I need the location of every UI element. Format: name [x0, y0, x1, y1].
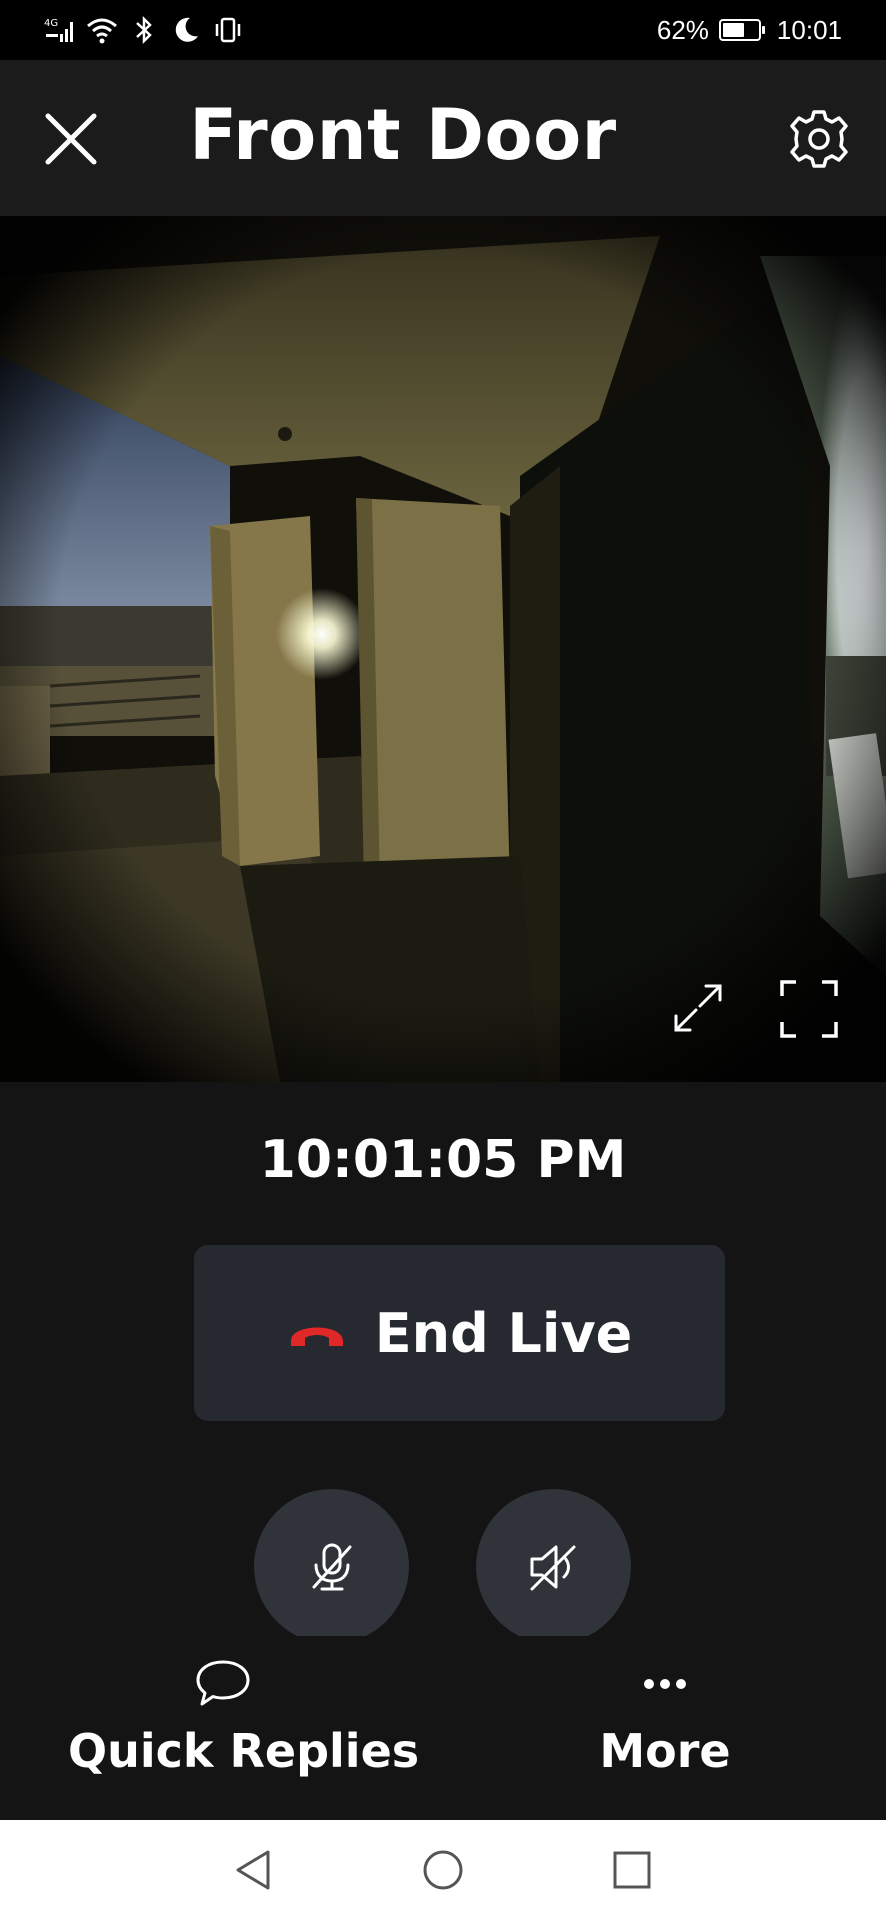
mute-microphone-button[interactable] [254, 1489, 409, 1644]
status-bar: 4G 62% 10:01 [0, 0, 886, 60]
fullscreen-icon [780, 980, 838, 1038]
bluetooth-icon [128, 14, 160, 46]
vibrate-icon [212, 14, 244, 46]
more-button[interactable]: More [588, 1658, 742, 1778]
gear-icon [790, 110, 848, 168]
quick-replies-label: Quick Replies [68, 1724, 420, 1778]
expand-arrows-icon [674, 984, 722, 1032]
live-timestamp: 10:01:05 PM [259, 1130, 627, 1190]
recents-square-icon [613, 1851, 651, 1889]
end-live-label: End Live [374, 1301, 633, 1365]
wifi-icon [86, 14, 118, 46]
more-label: More [599, 1724, 731, 1778]
live-video-feed[interactable] [0, 216, 886, 1082]
chat-bubble-icon [196, 1660, 250, 1706]
battery-fill [722, 23, 744, 37]
speaker-muted-icon [530, 1545, 575, 1590]
fullscreen-button[interactable] [778, 978, 840, 1040]
expand-button[interactable] [670, 980, 726, 1036]
end-live-button[interactable]: End Live [194, 1245, 725, 1421]
nav-home-button[interactable] [421, 1848, 465, 1892]
bottom-actions: Quick Replies More [0, 1636, 886, 1820]
nav-back-button[interactable] [232, 1848, 276, 1892]
mute-speaker-button[interactable] [476, 1489, 631, 1644]
mic-muted-icon [312, 1543, 351, 1590]
do-not-disturb-moon-icon [170, 14, 202, 46]
status-time: 10:01 [776, 14, 842, 45]
settings-button[interactable] [786, 106, 852, 172]
page-title: Front Door [189, 94, 617, 176]
status-left: 4G [44, 14, 244, 46]
home-circle-icon [423, 1850, 463, 1890]
battery-percent: 62% [656, 14, 709, 45]
more-dots-icon [644, 1679, 686, 1689]
quick-replies-button[interactable]: Quick Replies [68, 1658, 420, 1778]
header: Front Door [0, 60, 886, 216]
cellular-signal-icon: 4G [44, 14, 76, 46]
hang-up-phone-icon [290, 1327, 343, 1346]
network-label: 4G [44, 18, 58, 29]
back-triangle-icon [236, 1850, 270, 1890]
battery-icon [718, 19, 765, 41]
status-right: 62% 10:01 [657, 15, 842, 46]
doorbell-camera-image [0, 216, 886, 1082]
system-navigation-bar [0, 1820, 886, 1920]
nav-recents-button[interactable] [610, 1848, 654, 1892]
